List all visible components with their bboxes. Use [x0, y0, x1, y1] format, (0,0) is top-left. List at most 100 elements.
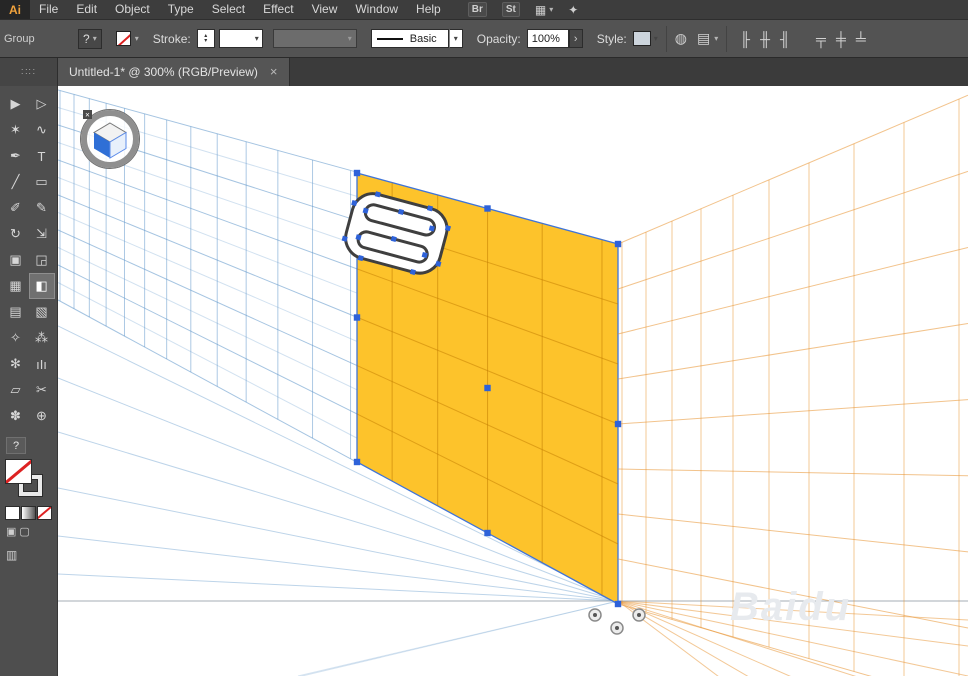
type-tool[interactable]: T: [29, 143, 55, 169]
color-button[interactable]: [6, 507, 19, 519]
paintbrush-tool[interactable]: ✐: [3, 195, 29, 221]
draw-behind-icon[interactable]: ▢: [19, 526, 29, 539]
document-tab-bar: ∷∷ Untitled-1* @ 300% (RGB/Preview) ×: [0, 58, 968, 86]
eyedropper-tool[interactable]: ✧: [3, 325, 29, 351]
close-icon[interactable]: ×: [270, 66, 278, 78]
chevron-down-icon: ▾: [714, 34, 718, 43]
menu-type[interactable]: Type: [159, 0, 203, 19]
stroke-weight-stepper[interactable]: ▴ ▾: [197, 29, 215, 48]
workspace-switcher[interactable]: ▦ ▾: [535, 3, 553, 17]
draw-normal-icon[interactable]: ▣: [6, 526, 16, 539]
brush-definition-control[interactable]: Basic ▾: [371, 29, 463, 48]
fill-swatch[interactable]: [6, 460, 31, 483]
mesh-tool[interactable]: ▤: [3, 299, 29, 325]
graphic-style-dropdown[interactable]: ▾: [633, 31, 658, 46]
canvas-area[interactable]: Baidu: [58, 86, 968, 676]
pen-tool[interactable]: ✒: [3, 143, 29, 169]
opacity-input[interactable]: 100%: [527, 29, 569, 48]
separator: [726, 26, 727, 52]
align-right-icon[interactable]: ╢: [775, 29, 795, 49]
variable-width-profile-dropdown[interactable]: ▾: [273, 29, 357, 48]
perspective-selection-tool[interactable]: ◧: [29, 273, 55, 299]
menu-help[interactable]: Help: [407, 0, 450, 19]
menu-window[interactable]: Window: [346, 0, 407, 19]
stroke-weight-dropdown[interactable]: ▾: [219, 29, 263, 48]
tools-panel-extras: ? ▣ ▢ ▥: [0, 437, 57, 562]
pencil-tool[interactable]: ✎: [29, 195, 55, 221]
separator: [666, 26, 667, 52]
perspective-grid-tool[interactable]: ▦: [3, 273, 29, 299]
chevron-down-icon: ▾: [454, 34, 458, 43]
line-segment-tool[interactable]: ╱: [3, 169, 29, 195]
zoom-tool[interactable]: ⊕: [29, 403, 55, 429]
fill-color-control[interactable]: ▾: [116, 31, 139, 46]
rotate-tool[interactable]: ↻: [3, 221, 29, 247]
direct-selection-tool[interactable]: ▷: [29, 91, 55, 117]
watermark: Baidu: [730, 585, 851, 629]
menu-select[interactable]: Select: [203, 0, 254, 19]
tools-panel: ▶▷✶∿✒T╱▭✐✎↻⇲▣◲▦◧▤▧✧⁂✻ıIı▱✂✽⊕ ? ▣ ▢ ▥: [0, 86, 58, 676]
menu-edit[interactable]: Edit: [67, 0, 106, 19]
free-transform-tool[interactable]: ▣: [3, 247, 29, 273]
align-center-icon[interactable]: ╫: [755, 29, 775, 49]
ground-level-widgets[interactable]: [589, 609, 645, 634]
workspace-icon: ▦: [535, 3, 546, 17]
paint-style-row: [6, 507, 51, 519]
none-slash-icon: [38, 507, 51, 519]
fill-none-swatch[interactable]: [116, 31, 131, 46]
menu-effect[interactable]: Effect: [254, 0, 302, 19]
gradient-tool[interactable]: ▧: [29, 299, 55, 325]
stroke-label: Stroke:: [153, 32, 191, 46]
align-middle-icon[interactable]: ╪: [831, 29, 851, 49]
chevron-down-icon: ▾: [255, 34, 259, 43]
menu-file[interactable]: File: [30, 0, 67, 19]
arrange-documents-icon: ▤: [697, 30, 710, 47]
bridge-button[interactable]: Br: [468, 2, 487, 17]
brush-name: Basic: [410, 33, 437, 45]
slice-tool[interactable]: ✂: [29, 377, 55, 403]
none-button[interactable]: [38, 507, 51, 519]
brush-definition-box[interactable]: Basic: [371, 29, 449, 48]
column-graph-tool[interactable]: ıIı: [29, 351, 55, 377]
share-icon[interactable]: ✦: [568, 3, 578, 17]
lasso-tool[interactable]: ∿: [29, 117, 55, 143]
menu-object[interactable]: Object: [106, 0, 159, 19]
menu-bar-extras: Br St ▦ ▾ ✦: [468, 2, 579, 17]
style-swatch: [633, 31, 651, 46]
style-label: Style:: [597, 32, 627, 46]
artboard-canvas[interactable]: Baidu: [58, 86, 968, 676]
opacity-panel-button[interactable]: ›: [569, 29, 583, 48]
hand-tool[interactable]: ✽: [3, 403, 29, 429]
shape-builder-tool[interactable]: ◲: [29, 247, 55, 273]
selection-tool[interactable]: ▶: [3, 91, 29, 117]
fill-stroke-control[interactable]: [6, 460, 48, 500]
gradient-button[interactable]: [22, 507, 35, 519]
document-setup-icon[interactable]: ◍: [675, 30, 687, 47]
help-label: ?: [83, 32, 90, 46]
tools-panel-header[interactable]: ∷∷: [0, 58, 58, 86]
help-dropdown[interactable]: ? ▾: [78, 29, 102, 49]
symbol-sprayer-tool[interactable]: ✻: [3, 351, 29, 377]
help-button[interactable]: ?: [6, 437, 26, 454]
rectangle-tool[interactable]: ▭: [29, 169, 55, 195]
arrange-documents-control[interactable]: ▤ ▾: [697, 30, 718, 47]
menu-bar: Ai FileEditObjectTypeSelectEffectViewWin…: [0, 0, 968, 19]
scale-tool[interactable]: ⇲: [29, 221, 55, 247]
brush-dropdown-button[interactable]: ▾: [449, 29, 463, 48]
align-left-icon[interactable]: ╟: [735, 29, 755, 49]
plane-switch-widget[interactable]: ×: [81, 110, 140, 169]
align-top-icon[interactable]: ╤: [811, 29, 831, 49]
stock-button[interactable]: St: [502, 2, 520, 17]
blend-tool[interactable]: ⁂: [29, 325, 55, 351]
align-controls: ╟╫╢ ╤╪╧: [735, 29, 871, 49]
document-tab[interactable]: Untitled-1* @ 300% (RGB/Preview) ×: [58, 58, 290, 86]
app-logo[interactable]: Ai: [0, 0, 30, 19]
magic-wand-tool[interactable]: ✶: [3, 117, 29, 143]
screen-mode-button[interactable]: ▥: [6, 548, 17, 562]
menu-view[interactable]: View: [303, 0, 347, 19]
none-slash-icon: [6, 460, 31, 483]
align-bottom-icon[interactable]: ╧: [851, 29, 871, 49]
chevron-down-icon: ▾: [549, 5, 553, 14]
artboard-tool[interactable]: ▱: [3, 377, 29, 403]
chevron-down-icon: ▾: [135, 34, 139, 43]
